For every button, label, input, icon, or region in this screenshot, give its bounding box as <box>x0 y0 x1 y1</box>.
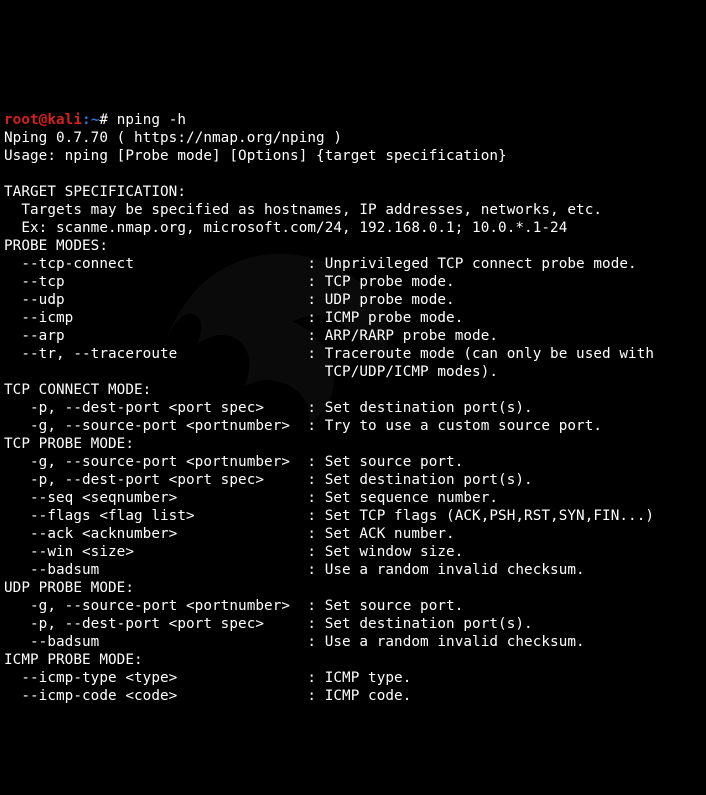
output-line: Ex: scanme.nmap.org, microsoft.com/24, 1… <box>4 220 567 236</box>
output-line: -p, --dest-port <port spec> : Set destin… <box>4 400 533 416</box>
prompt-symbol: # <box>99 112 116 128</box>
output-line: -g, --source-port <portnumber> : Set sou… <box>4 454 463 470</box>
output-line: --badsum : Use a random invalid checksum… <box>4 634 585 650</box>
output-line: PROBE MODES: <box>4 238 108 254</box>
output-line: --win <size> : Set window size. <box>4 544 463 560</box>
output-line: --icmp : ICMP probe mode. <box>4 310 463 326</box>
output-line: -g, --source-port <portnumber> : Try to … <box>4 418 602 434</box>
output-line: Nping 0.7.70 ( https://nmap.org/nping ) <box>4 130 342 146</box>
output-line: --tr, --traceroute : Traceroute mode (ca… <box>4 346 663 362</box>
output-line: --icmp-code <code> : ICMP code. <box>4 688 411 704</box>
output-line: -p, --dest-port <port spec> : Set destin… <box>4 616 533 632</box>
output-line: TCP/UDP/ICMP modes). <box>4 364 498 380</box>
prompt-user: root <box>4 112 39 128</box>
output-line: --ack <acknumber> : Set ACK number. <box>4 526 455 542</box>
command-text: nping -h <box>117 112 186 128</box>
output-line: --arp : ARP/RARP probe mode. <box>4 328 498 344</box>
output-line: --icmp-type <type> : ICMP type. <box>4 670 411 686</box>
prompt-host: kali <box>47 112 82 128</box>
output-line: Usage: nping [Probe mode] [Options] {tar… <box>4 148 507 164</box>
terminal-output[interactable]: root@kali:~# nping -h Nping 0.7.70 ( htt… <box>4 111 702 705</box>
output-line: TCP CONNECT MODE: <box>4 382 151 398</box>
prompt-colon: : <box>82 112 91 128</box>
output-line: --flags <flag list> : Set TCP flags (ACK… <box>4 508 654 524</box>
output-line: TCP PROBE MODE: <box>4 436 134 452</box>
output-line: ICMP PROBE MODE: <box>4 652 143 668</box>
output-line: --seq <seqnumber> : Set sequence number. <box>4 490 498 506</box>
output-line: UDP PROBE MODE: <box>4 580 134 596</box>
output-line: --badsum : Use a random invalid checksum… <box>4 562 585 578</box>
output-line: Targets may be specified as hostnames, I… <box>4 202 602 218</box>
output-line: --udp : UDP probe mode. <box>4 292 455 308</box>
output-line: --tcp-connect : Unprivileged TCP connect… <box>4 256 637 272</box>
output-line: TARGET SPECIFICATION: <box>4 184 186 200</box>
output-line: -p, --dest-port <port spec> : Set destin… <box>4 472 533 488</box>
output-line: --tcp : TCP probe mode. <box>4 274 455 290</box>
output-line: -g, --source-port <portnumber> : Set sou… <box>4 598 463 614</box>
